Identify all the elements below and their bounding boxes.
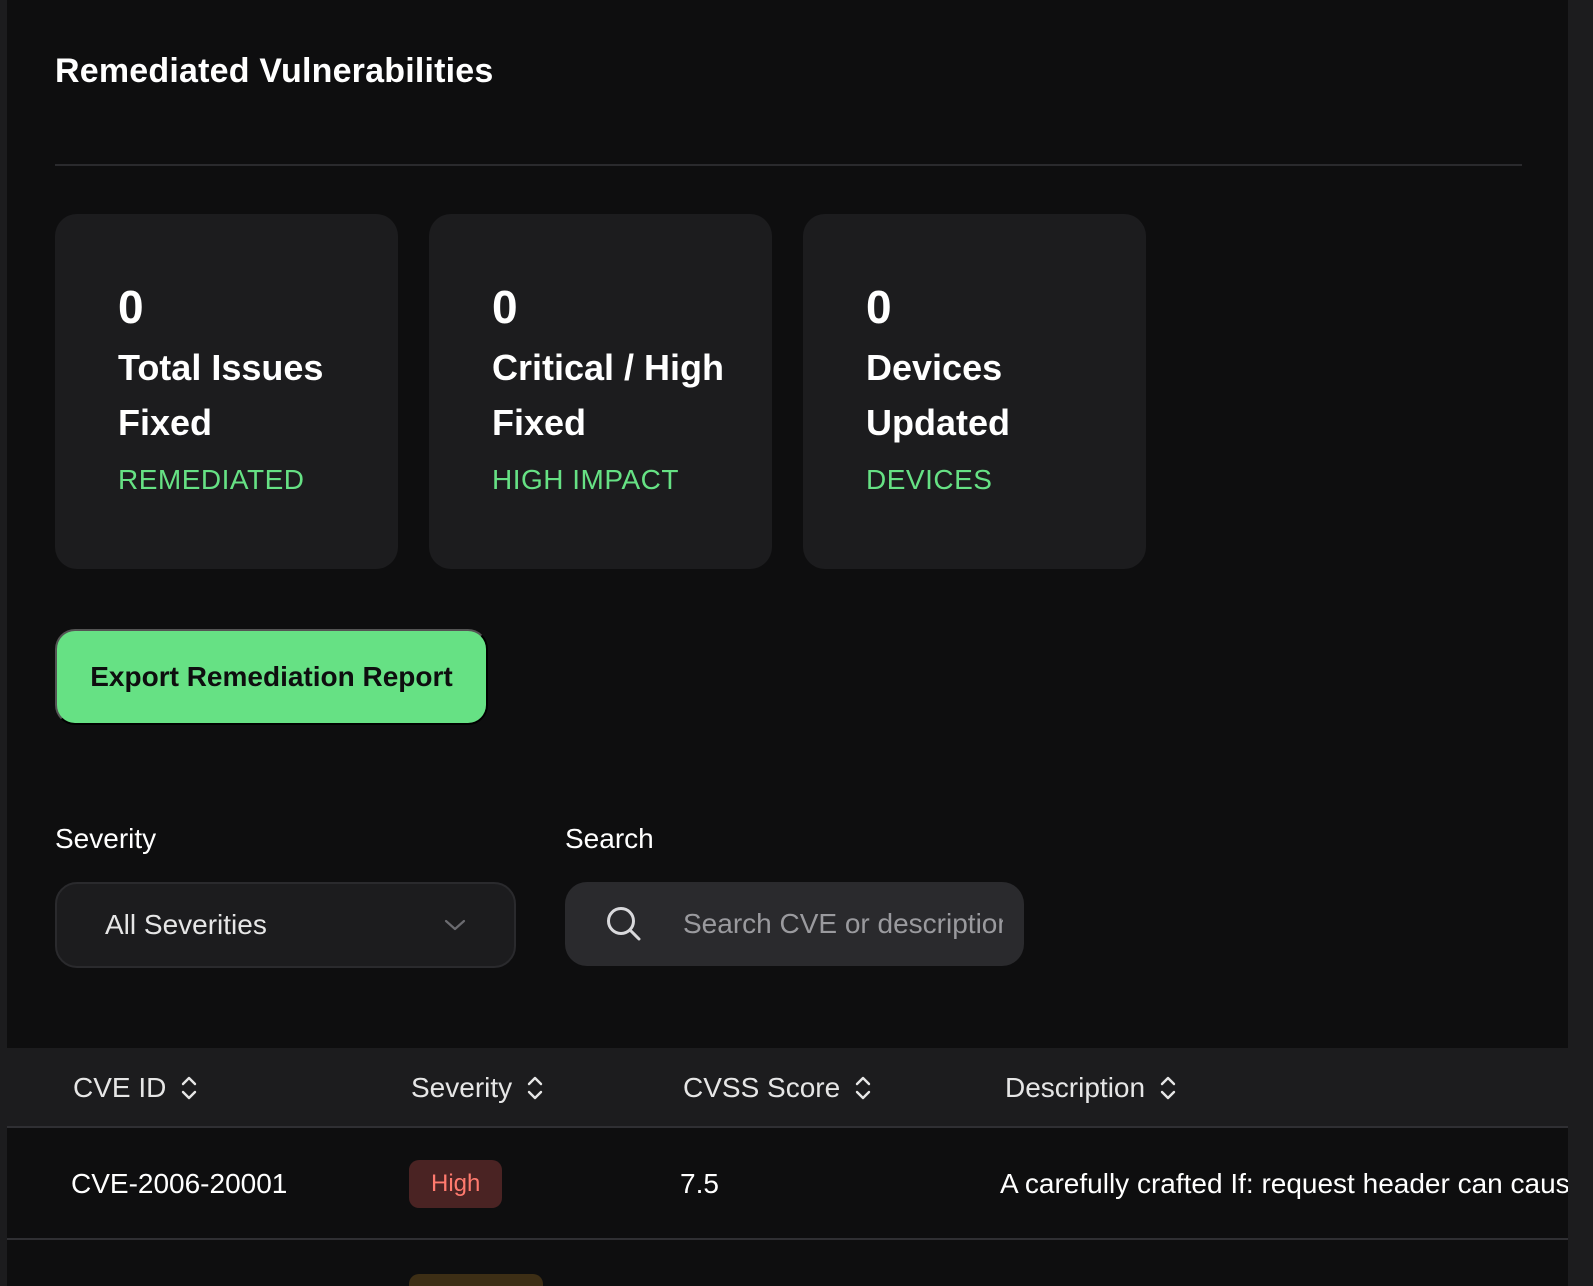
column-header-label: Description: [1005, 1072, 1146, 1103]
column-header-cvss-score[interactable]: CVSS Score: [683, 1048, 872, 1128]
chevron-down-icon: [444, 918, 466, 932]
cell-description: A carefully crafted If: request header c…: [1000, 1168, 1568, 1199]
severity-badge: High: [409, 1160, 503, 1208]
sort-icon: [1159, 1074, 1177, 1102]
card-tag: REMEDIATED: [118, 464, 305, 495]
table-row[interactable]: CVE-2006-20001 High 7.5 A carefully craf…: [7, 1128, 1568, 1240]
next-row-severity-badge: [409, 1274, 543, 1286]
column-header-label: Severity: [411, 1072, 513, 1103]
page-title: Remediated Vulnerabilities: [55, 52, 494, 90]
search-icon: [605, 905, 643, 943]
export-remediation-report-button[interactable]: Export Remediation Report: [55, 629, 488, 725]
vulnerability-table: CVE ID Severity CVSS Score Description C…: [7, 1048, 1568, 1240]
card-label: Total Issues Fixed: [118, 347, 324, 443]
cell-severity: High: [409, 1128, 503, 1240]
card-critical-high-fixed: 0 Critical / High Fixed HIGH IMPACT: [429, 214, 772, 569]
table-header: CVE ID Severity CVSS Score Description: [7, 1048, 1568, 1128]
card-value: 0: [492, 281, 518, 333]
column-header-description[interactable]: Description: [1005, 1048, 1177, 1128]
search-filter-label: Search: [565, 823, 654, 854]
column-header-severity[interactable]: Severity: [411, 1048, 544, 1128]
column-header-label: CVSS Score: [683, 1072, 841, 1103]
cell-cve-id: CVE-2006-20001: [71, 1168, 288, 1199]
title-divider: [55, 164, 1522, 166]
card-total-issues-fixed: 0 Total Issues Fixed REMEDIATED: [55, 214, 398, 569]
sort-icon: [180, 1074, 198, 1102]
card-devices-updated: 0 Devices Updated DEVICES: [803, 214, 1146, 569]
scrollbar-track[interactable]: [1568, 0, 1593, 1286]
column-header-label: CVE ID: [73, 1072, 167, 1103]
card-value: 0: [866, 281, 892, 333]
sort-icon: [526, 1074, 544, 1102]
card-tag: DEVICES: [866, 464, 993, 495]
severity-select[interactable]: All Severities: [55, 882, 516, 968]
search-input[interactable]: [683, 908, 1003, 940]
card-label: Critical / High Fixed: [492, 347, 725, 443]
window-edge-left: [0, 0, 7, 1286]
severity-select-value: All Severities: [105, 909, 267, 940]
sort-icon: [854, 1074, 872, 1102]
column-header-cve-id[interactable]: CVE ID: [73, 1048, 198, 1128]
search-box[interactable]: [565, 882, 1024, 966]
card-label: Devices Updated: [866, 347, 1010, 443]
remediated-page: Remediated Vulnerabilities 0 Total Issue…: [7, 0, 1568, 1286]
severity-filter-label: Severity: [55, 823, 157, 854]
summary-cards: 0 Total Issues Fixed REMEDIATED 0 Critic…: [55, 214, 1146, 569]
card-value: 0: [118, 281, 144, 333]
card-tag: HIGH IMPACT: [492, 464, 679, 495]
cell-cvss-score: 7.5: [680, 1168, 719, 1199]
